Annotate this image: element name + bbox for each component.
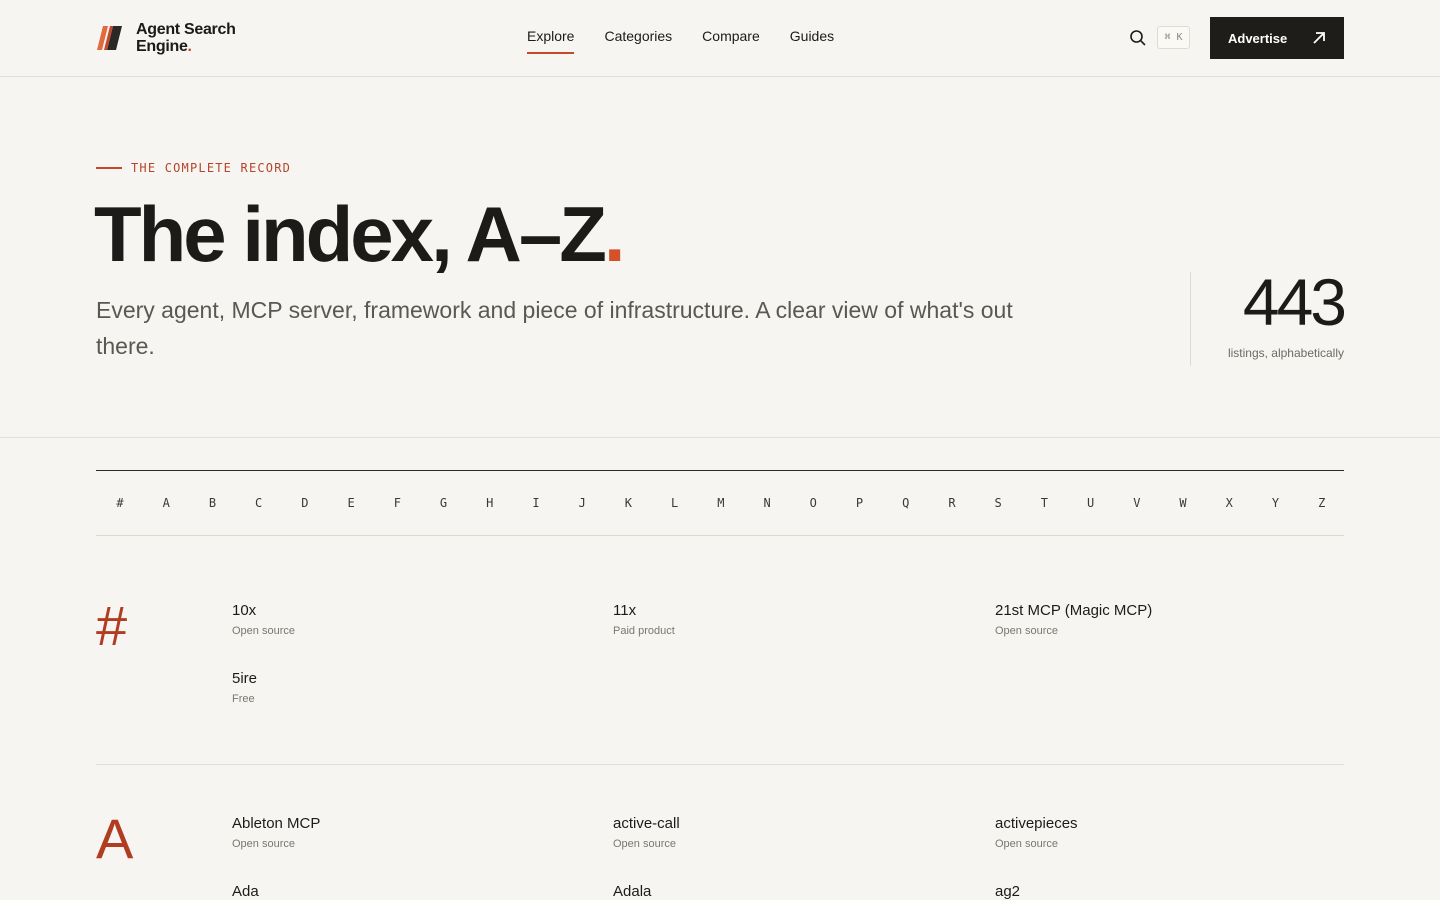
logo-dot: . (187, 38, 192, 55)
main-nav: Explore Categories Compare Guides (527, 28, 864, 54)
list-item[interactable]: 5ire Free (232, 670, 257, 706)
nav-guides[interactable]: Guides (790, 28, 834, 54)
alphabet-letter-y[interactable]: Y (1270, 496, 1280, 510)
alphabet-letter-l[interactable]: L (670, 496, 680, 510)
list-item[interactable]: Ada (232, 883, 259, 900)
entry-type: Open source (613, 838, 676, 850)
page-subtitle: Every agent, MCP server, framework and p… (96, 297, 1013, 359)
alphabet-letter-o[interactable]: O (808, 496, 818, 510)
alphabet-letter-z[interactable]: Z (1317, 496, 1327, 510)
page-title-text: The index, A–Z (94, 190, 607, 278)
alphabet-letter-p[interactable]: P (855, 496, 865, 510)
entry-name: activepieces (995, 815, 1078, 832)
entry-name: ag2 (995, 883, 1021, 900)
listing-count: 443 listings, alphabetically (1227, 264, 1347, 360)
entry-name: Ada (232, 883, 259, 900)
alphabet-letter-k[interactable]: K (623, 496, 633, 510)
advertise-button[interactable]: Advertise (1210, 17, 1344, 59)
entry-type: Paid product (613, 625, 675, 637)
entry-name: 11x (613, 602, 637, 619)
alphabet-letter-hash[interactable]: # (115, 496, 125, 510)
entry-type: Free (232, 693, 255, 705)
entry-type: Open source (995, 838, 1058, 850)
entry-name: Ableton MCP (232, 815, 321, 832)
logo-slashes-icon (97, 26, 122, 50)
nav-compare[interactable]: Compare (702, 28, 760, 54)
logo-line-1: Agent Search (136, 21, 236, 38)
alphabet-letter-w[interactable]: W (1178, 496, 1188, 510)
alphabet-letter-i[interactable]: I (531, 496, 541, 510)
logo-text: Agent Search Engine. (136, 21, 236, 55)
alphabet-letter-n[interactable]: N (762, 496, 772, 510)
nav-explore[interactable]: Explore (527, 28, 575, 54)
listing-count-label: listings, alphabetically (1227, 346, 1344, 360)
logo-line-2: Engine (136, 38, 188, 55)
entry-name: 10x (232, 602, 257, 619)
entry-name: 5ire (232, 670, 258, 687)
entry-name: active-call (613, 815, 680, 832)
alphabet-letter-m[interactable]: M (716, 496, 726, 510)
alphabet-letter-r[interactable]: R (947, 496, 957, 510)
section-divider (96, 764, 1344, 765)
eyebrow-rule (96, 167, 122, 169)
alphabet-letter-c[interactable]: C (254, 496, 264, 510)
entry-type: Open source (995, 625, 1058, 637)
alphabet-letter-f[interactable]: F (392, 496, 402, 510)
alphabet-letter-g[interactable]: G (439, 496, 449, 510)
list-item[interactable]: Adala (613, 883, 651, 900)
eyebrow: THE COMPLETE RECORD (96, 161, 291, 175)
list-item[interactable]: Ableton MCP Open source (232, 815, 320, 851)
list-item[interactable]: activepieces Open source (995, 815, 1078, 851)
entry-type: Open source (232, 838, 295, 850)
nav-categories[interactable]: Categories (604, 28, 672, 54)
alphabet-letter-d[interactable]: D (300, 496, 310, 510)
alphabet-letter-b[interactable]: B (207, 496, 217, 510)
list-item[interactable]: ag2 (995, 883, 1020, 900)
arrow-up-right-icon (1313, 32, 1325, 44)
advertise-label: Advertise (1228, 30, 1288, 46)
entry-type: Open source (232, 625, 295, 637)
alphabet-letter-h[interactable]: H (485, 496, 495, 510)
entry-name: Adala (613, 883, 652, 900)
list-item[interactable]: 11x Paid product (613, 602, 675, 638)
alphabet-letter-s[interactable]: S (993, 496, 1003, 510)
page-title-dot: . (603, 190, 626, 278)
alphabet-letter-v[interactable]: V (1132, 496, 1142, 510)
stat-divider (1190, 272, 1191, 366)
page-title: The index, A–Z. (94, 188, 626, 280)
top-header: Agent Search Engine. Explore Categories … (0, 0, 1440, 77)
eyebrow-text: THE COMPLETE RECORD (131, 161, 292, 175)
hero-divider (0, 437, 1440, 438)
search-button[interactable] (1128, 28, 1148, 48)
site-logo[interactable]: Agent Search Engine. (96, 21, 236, 55)
alphabet-letter-q[interactable]: Q (901, 496, 911, 510)
list-item[interactable]: active-call Open source (613, 815, 680, 851)
entry-name: 21st MCP (Magic MCP) (995, 602, 1153, 619)
listing-count-number: 443 (1242, 265, 1347, 339)
list-item[interactable]: 21st MCP (Magic MCP) Open source (995, 602, 1152, 638)
section-letter-a: A (96, 807, 134, 870)
list-item[interactable]: 10x Open source (232, 602, 295, 638)
alphabet-nav: # A B C D E F G H I J K L M N O P Q R S T U V W X Y Z (96, 470, 1344, 536)
alphabet-letter-x[interactable]: X (1224, 496, 1234, 510)
alphabet-letter-u[interactable]: U (1086, 496, 1096, 510)
alphabet-letter-a[interactable]: A (161, 496, 171, 510)
alphabet-letter-e[interactable]: E (346, 496, 356, 510)
section-letter-hash: # (96, 594, 128, 657)
alphabet-letter-j[interactable]: J (577, 496, 587, 510)
search-icon (1130, 30, 1146, 46)
alphabet-letter-t[interactable]: T (1039, 496, 1049, 510)
keyboard-shortcut-hint: ⌘ K (1157, 26, 1190, 49)
